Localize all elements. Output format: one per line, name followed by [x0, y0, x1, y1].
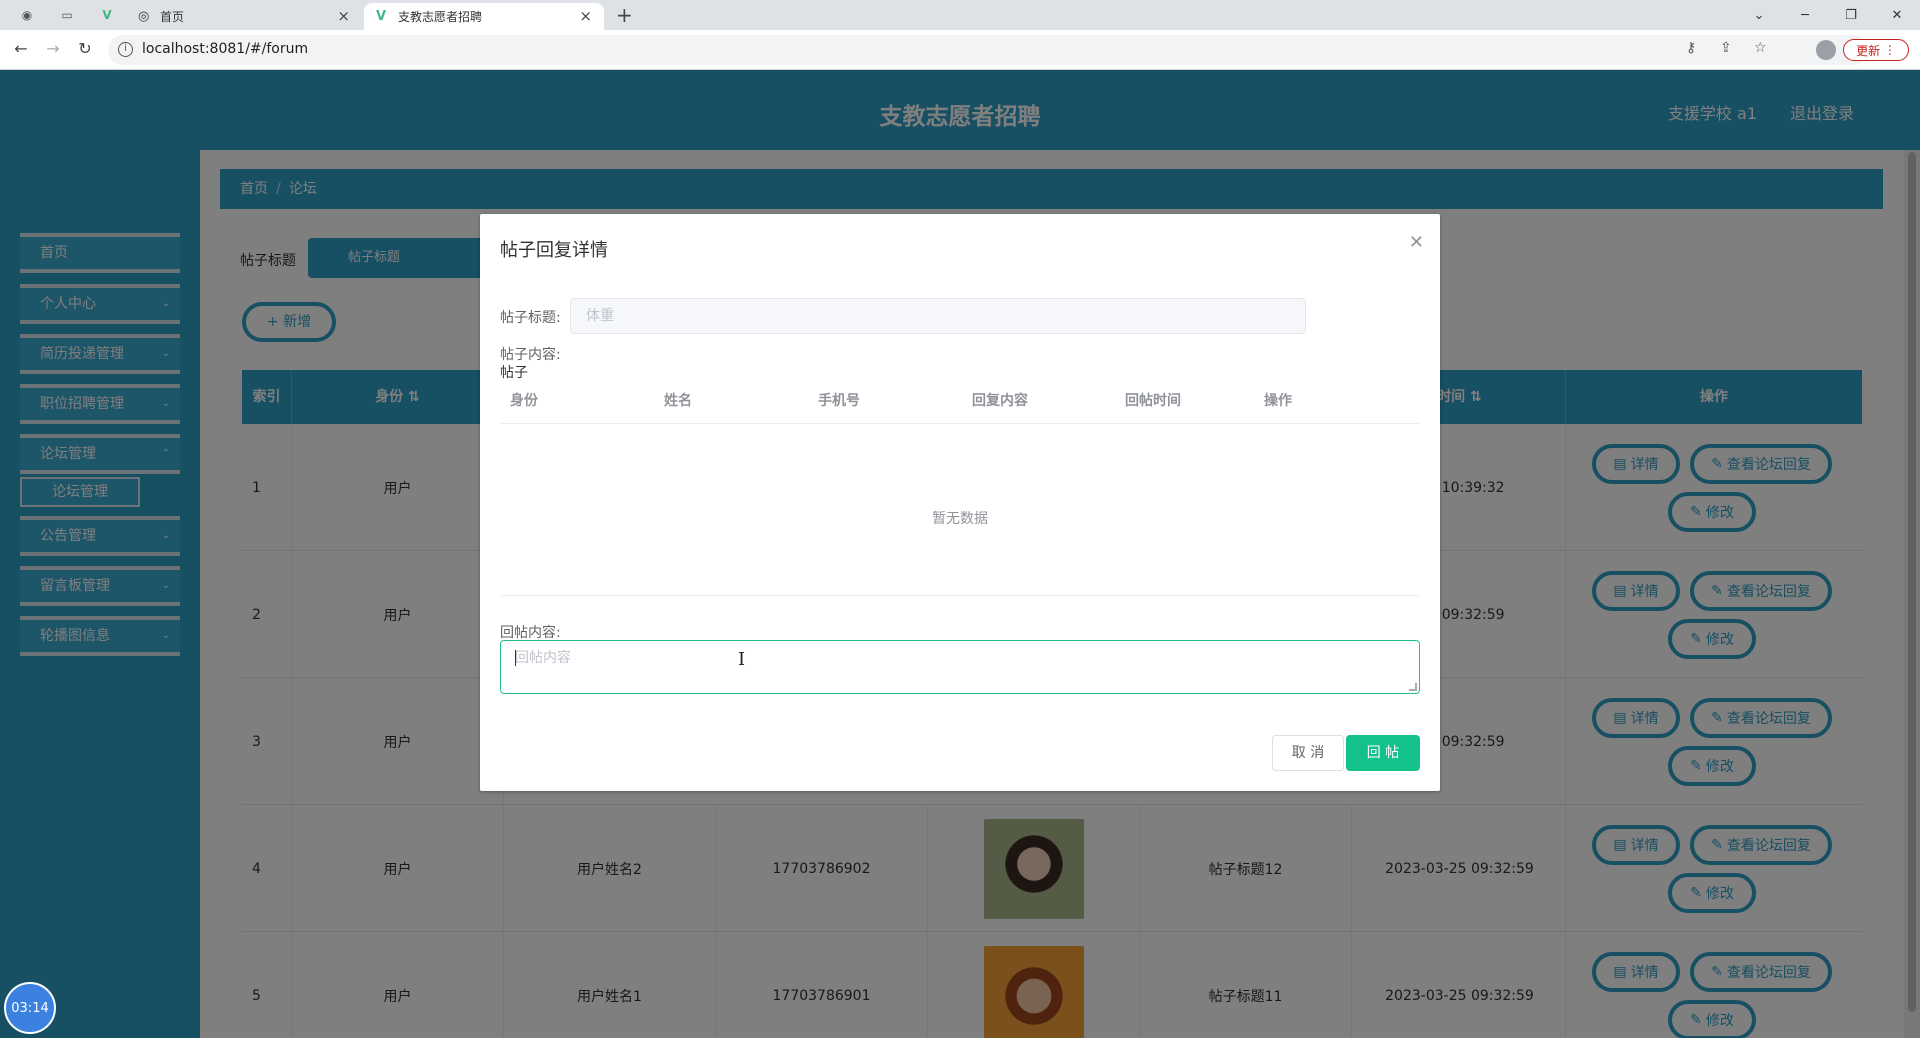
column-header: 姓名 [664, 393, 692, 409]
reply-table: 身份 姓名 手机号 回复内容 回帖时间 操作 暂无数据 [500, 378, 1420, 596]
post-content-label: 帖子内容: [500, 347, 561, 363]
update-button[interactable]: 更新 ⋮ [1843, 39, 1909, 61]
globe-icon: ◎ [138, 9, 150, 24]
forward-icon[interactable]: → [42, 39, 64, 58]
resize-handle-icon[interactable] [1409, 683, 1417, 691]
empty-text: 暂无数据 [932, 511, 988, 527]
close-tab-icon[interactable]: × [337, 7, 350, 25]
vue-logo-icon: V [376, 9, 387, 24]
dialog-title: 帖子回复详情 [500, 240, 608, 261]
minimize-icon[interactable]: ─ [1782, 0, 1828, 30]
browser-tab-active[interactable]: V 支教志愿者招聘 × [364, 3, 604, 30]
url-text[interactable]: localhost:8081/#/forum [142, 41, 308, 57]
reply-content-input[interactable]: 回帖内容 [500, 640, 1420, 694]
mouse-cursor-icon: I [738, 649, 746, 670]
reply-table-header: 身份 姓名 手机号 回复内容 回帖时间 操作 [500, 378, 1420, 424]
recording-timer: 03:14 [4, 982, 56, 1034]
back-icon[interactable]: ← [10, 39, 32, 58]
close-window-icon[interactable]: ✕ [1874, 0, 1920, 30]
browser-tab[interactable]: ◎ 首页 × [126, 3, 362, 30]
pinned-tab-icon[interactable]: ◉ [16, 4, 38, 26]
cancel-button[interactable]: 取 消 [1272, 735, 1344, 771]
restore-icon[interactable]: ❐ [1828, 0, 1874, 30]
browser-tab-bar: ◉ ▭ V ◎ 首页 × V 支教志愿者招聘 × + ⌄ ─ ❐ ✕ [0, 0, 1920, 30]
post-title-field: 体重 [570, 298, 1306, 334]
column-header: 回复内容 [972, 393, 1028, 409]
star-icon[interactable]: ☆ [1754, 40, 1767, 56]
close-icon[interactable]: ✕ [1409, 232, 1424, 253]
browser-toolbar: ← → ↻ i localhost:8081/#/forum ⚷ ⇪ ☆ 更新 … [0, 30, 1920, 70]
column-header: 身份 [510, 393, 538, 409]
tab-search-icon[interactable]: ⌄ [1736, 0, 1782, 30]
reply-content-label: 回帖内容: [500, 625, 561, 641]
text-caret [515, 650, 516, 666]
share-icon[interactable]: ⇪ [1720, 40, 1732, 56]
pinned-tab-icon[interactable]: ▭ [56, 4, 78, 26]
reply-detail-dialog: 帖子回复详情 ✕ 帖子标题: 体重 帖子内容: 帖子 身份 姓名 手机号 回复内… [480, 214, 1440, 791]
column-header: 手机号 [818, 393, 860, 409]
new-tab-icon[interactable]: + [616, 3, 633, 27]
key-icon[interactable]: ⚷ [1686, 40, 1696, 56]
submit-reply-button[interactable]: 回 帖 [1346, 735, 1420, 771]
site-info-icon[interactable]: i [118, 42, 133, 57]
vue-logo-icon[interactable]: V [96, 4, 118, 26]
close-tab-icon[interactable]: × [579, 7, 592, 25]
post-title-label: 帖子标题: [500, 310, 561, 326]
column-header: 回帖时间 [1125, 393, 1181, 409]
reload-icon[interactable]: ↻ [74, 39, 96, 58]
address-bar[interactable]: i localhost:8081/#/forum ⚷ ⇪ ☆ [108, 35, 1868, 65]
profile-avatar-icon[interactable] [1816, 40, 1836, 60]
column-header: 操作 [1264, 393, 1292, 409]
